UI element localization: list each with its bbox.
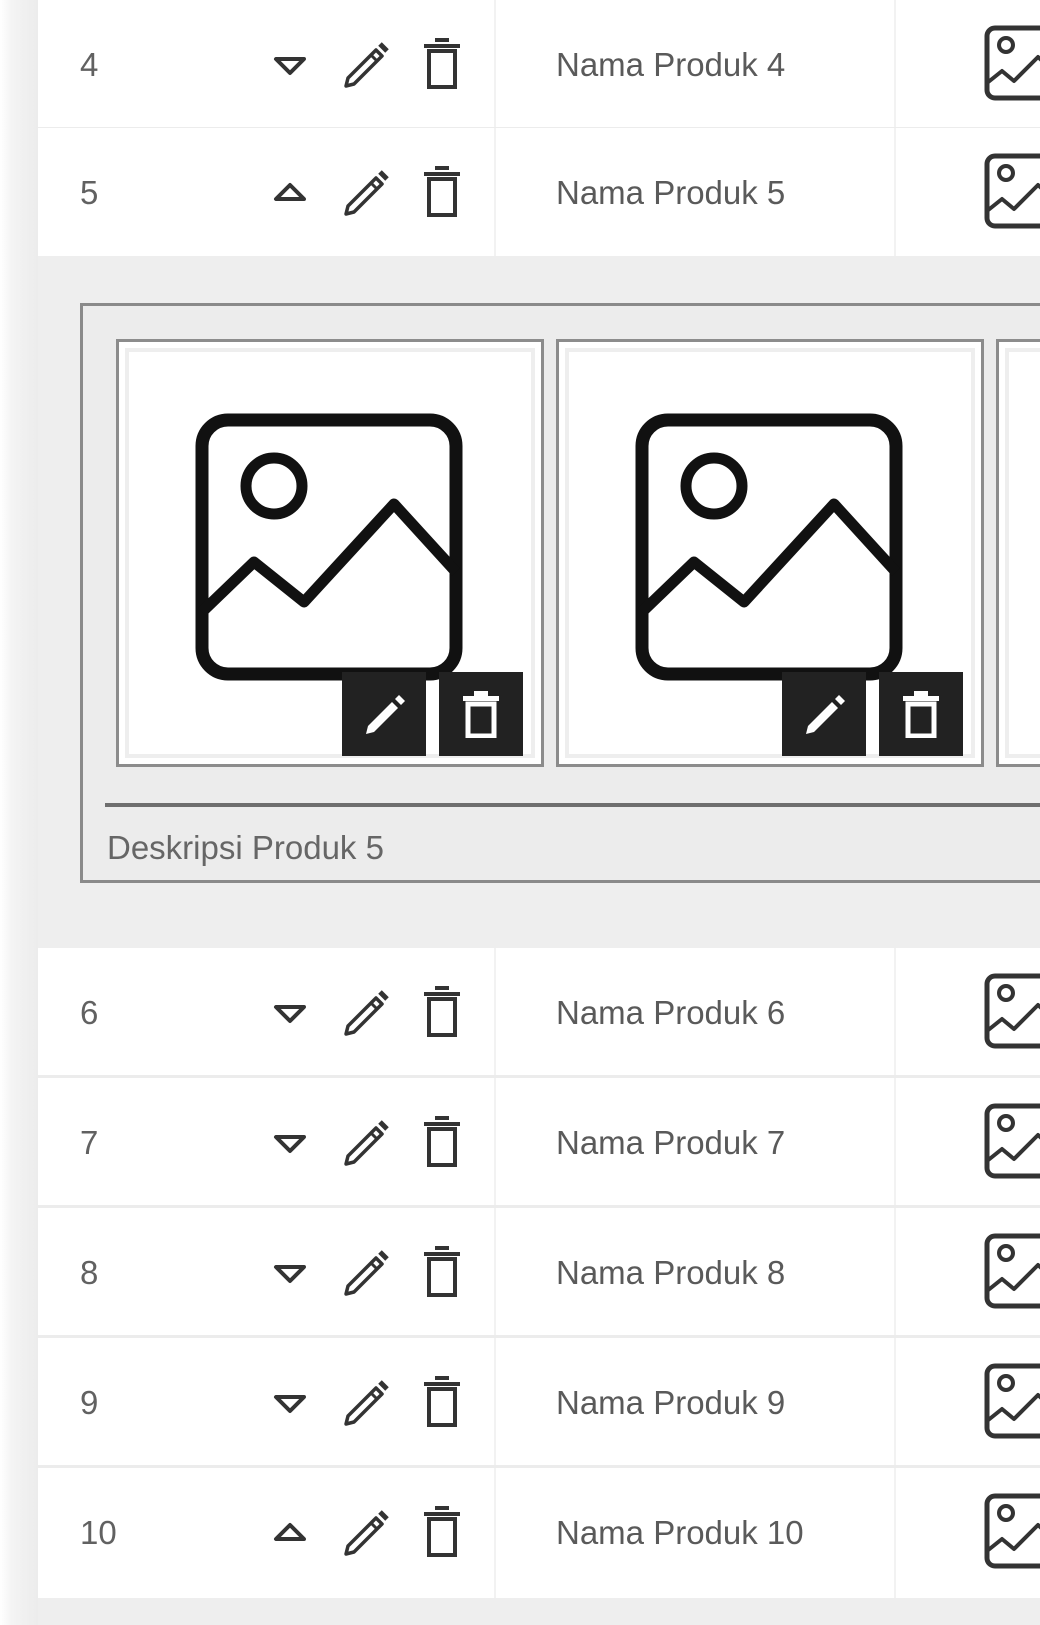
gallery-image[interactable]	[556, 339, 984, 767]
table-row: 5 Nama Produk 5	[38, 128, 1040, 258]
pencil-icon[interactable]	[340, 1376, 392, 1428]
column-separator	[894, 948, 896, 1078]
triangle-down-icon[interactable]	[270, 995, 310, 1031]
image-placeholder-icon[interactable]	[982, 151, 1040, 231]
column-separator	[894, 1208, 896, 1338]
trash-icon[interactable]	[422, 37, 462, 91]
column-separator	[894, 1468, 896, 1598]
pencil-icon[interactable]	[340, 1506, 392, 1558]
row-number: 10	[80, 1514, 117, 1551]
table-row: 6 Nama Produk 6	[38, 948, 1040, 1078]
pencil-icon[interactable]	[340, 1116, 392, 1168]
table-row: 10 Nama Produk 10	[38, 1468, 1040, 1598]
column-separator	[494, 1468, 496, 1598]
table-row: 7 Nama Produk 7	[38, 1078, 1040, 1208]
row-number: 8	[80, 1254, 99, 1291]
product-name: Nama Produk 8	[556, 1254, 786, 1291]
gallery-image[interactable]	[996, 339, 1040, 767]
column-separator	[494, 128, 496, 258]
row-number: 7	[80, 1124, 99, 1161]
row-number: 5	[80, 174, 99, 211]
expanded-detail-panel-start	[38, 1598, 1040, 1625]
column-separator	[494, 1338, 496, 1468]
description-divider	[105, 803, 1040, 807]
pencil-icon[interactable]	[340, 1246, 392, 1298]
trash-icon[interactable]	[422, 985, 462, 1039]
product-description: Deskripsi Produk 5	[107, 829, 384, 866]
triangle-up-icon[interactable]	[270, 1515, 310, 1551]
image-placeholder-icon[interactable]	[982, 1361, 1040, 1441]
image-placeholder-icon[interactable]	[982, 1101, 1040, 1181]
triangle-down-icon[interactable]	[270, 47, 310, 83]
delete-image-button[interactable]	[879, 672, 963, 756]
column-separator	[494, 1208, 496, 1338]
image-placeholder-icon	[634, 412, 904, 682]
triangle-down-icon[interactable]	[270, 1255, 310, 1291]
triangle-down-icon[interactable]	[270, 1385, 310, 1421]
row-number: 6	[80, 994, 99, 1031]
column-separator	[894, 0, 896, 130]
product-table: 4 Nama Produk 4 5 Nama Produk 5 Deskrips…	[38, 0, 1040, 1625]
trash-icon[interactable]	[422, 1245, 462, 1299]
column-separator	[894, 128, 896, 258]
image-placeholder-icon[interactable]	[982, 1231, 1040, 1311]
delete-image-button[interactable]	[439, 672, 523, 756]
table-row: 8 Nama Produk 8	[38, 1208, 1040, 1338]
pencil-icon[interactable]	[340, 986, 392, 1038]
product-name: Nama Produk 10	[556, 1514, 804, 1551]
gallery-image[interactable]	[116, 339, 544, 767]
product-name: Nama Produk 7	[556, 1124, 786, 1161]
product-name: Nama Produk 6	[556, 994, 786, 1031]
column-separator	[494, 1078, 496, 1208]
column-separator	[894, 1078, 896, 1208]
edit-image-button[interactable]	[782, 672, 866, 756]
trash-icon[interactable]	[422, 165, 462, 219]
product-name: Nama Produk 4	[556, 46, 786, 83]
column-separator	[494, 0, 496, 130]
product-name: Nama Produk 5	[556, 174, 786, 211]
column-separator	[894, 1338, 896, 1468]
image-placeholder-icon	[194, 412, 464, 682]
pencil-icon[interactable]	[340, 38, 392, 90]
table-row: 4 Nama Produk 4	[38, 0, 1040, 130]
trash-icon[interactable]	[422, 1375, 462, 1429]
trash-icon[interactable]	[422, 1505, 462, 1559]
row-number: 9	[80, 1384, 99, 1421]
trash-icon[interactable]	[422, 1115, 462, 1169]
product-detail-panel: Deskripsi Produk 5	[38, 256, 1040, 948]
row-number: 4	[80, 46, 99, 83]
image-placeholder-icon[interactable]	[982, 971, 1040, 1051]
triangle-up-icon[interactable]	[270, 175, 310, 211]
table-row: 9 Nama Produk 9	[38, 1338, 1040, 1468]
image-placeholder-icon[interactable]	[982, 23, 1040, 103]
product-name: Nama Produk 9	[556, 1384, 786, 1421]
column-separator	[494, 948, 496, 1078]
triangle-down-icon[interactable]	[270, 1125, 310, 1161]
edit-image-button[interactable]	[342, 672, 426, 756]
image-placeholder-icon[interactable]	[982, 1491, 1040, 1571]
left-shadow-edge	[0, 0, 38, 1625]
product-detail-box: Deskripsi Produk 5	[80, 303, 1040, 883]
pencil-icon[interactable]	[340, 166, 392, 218]
